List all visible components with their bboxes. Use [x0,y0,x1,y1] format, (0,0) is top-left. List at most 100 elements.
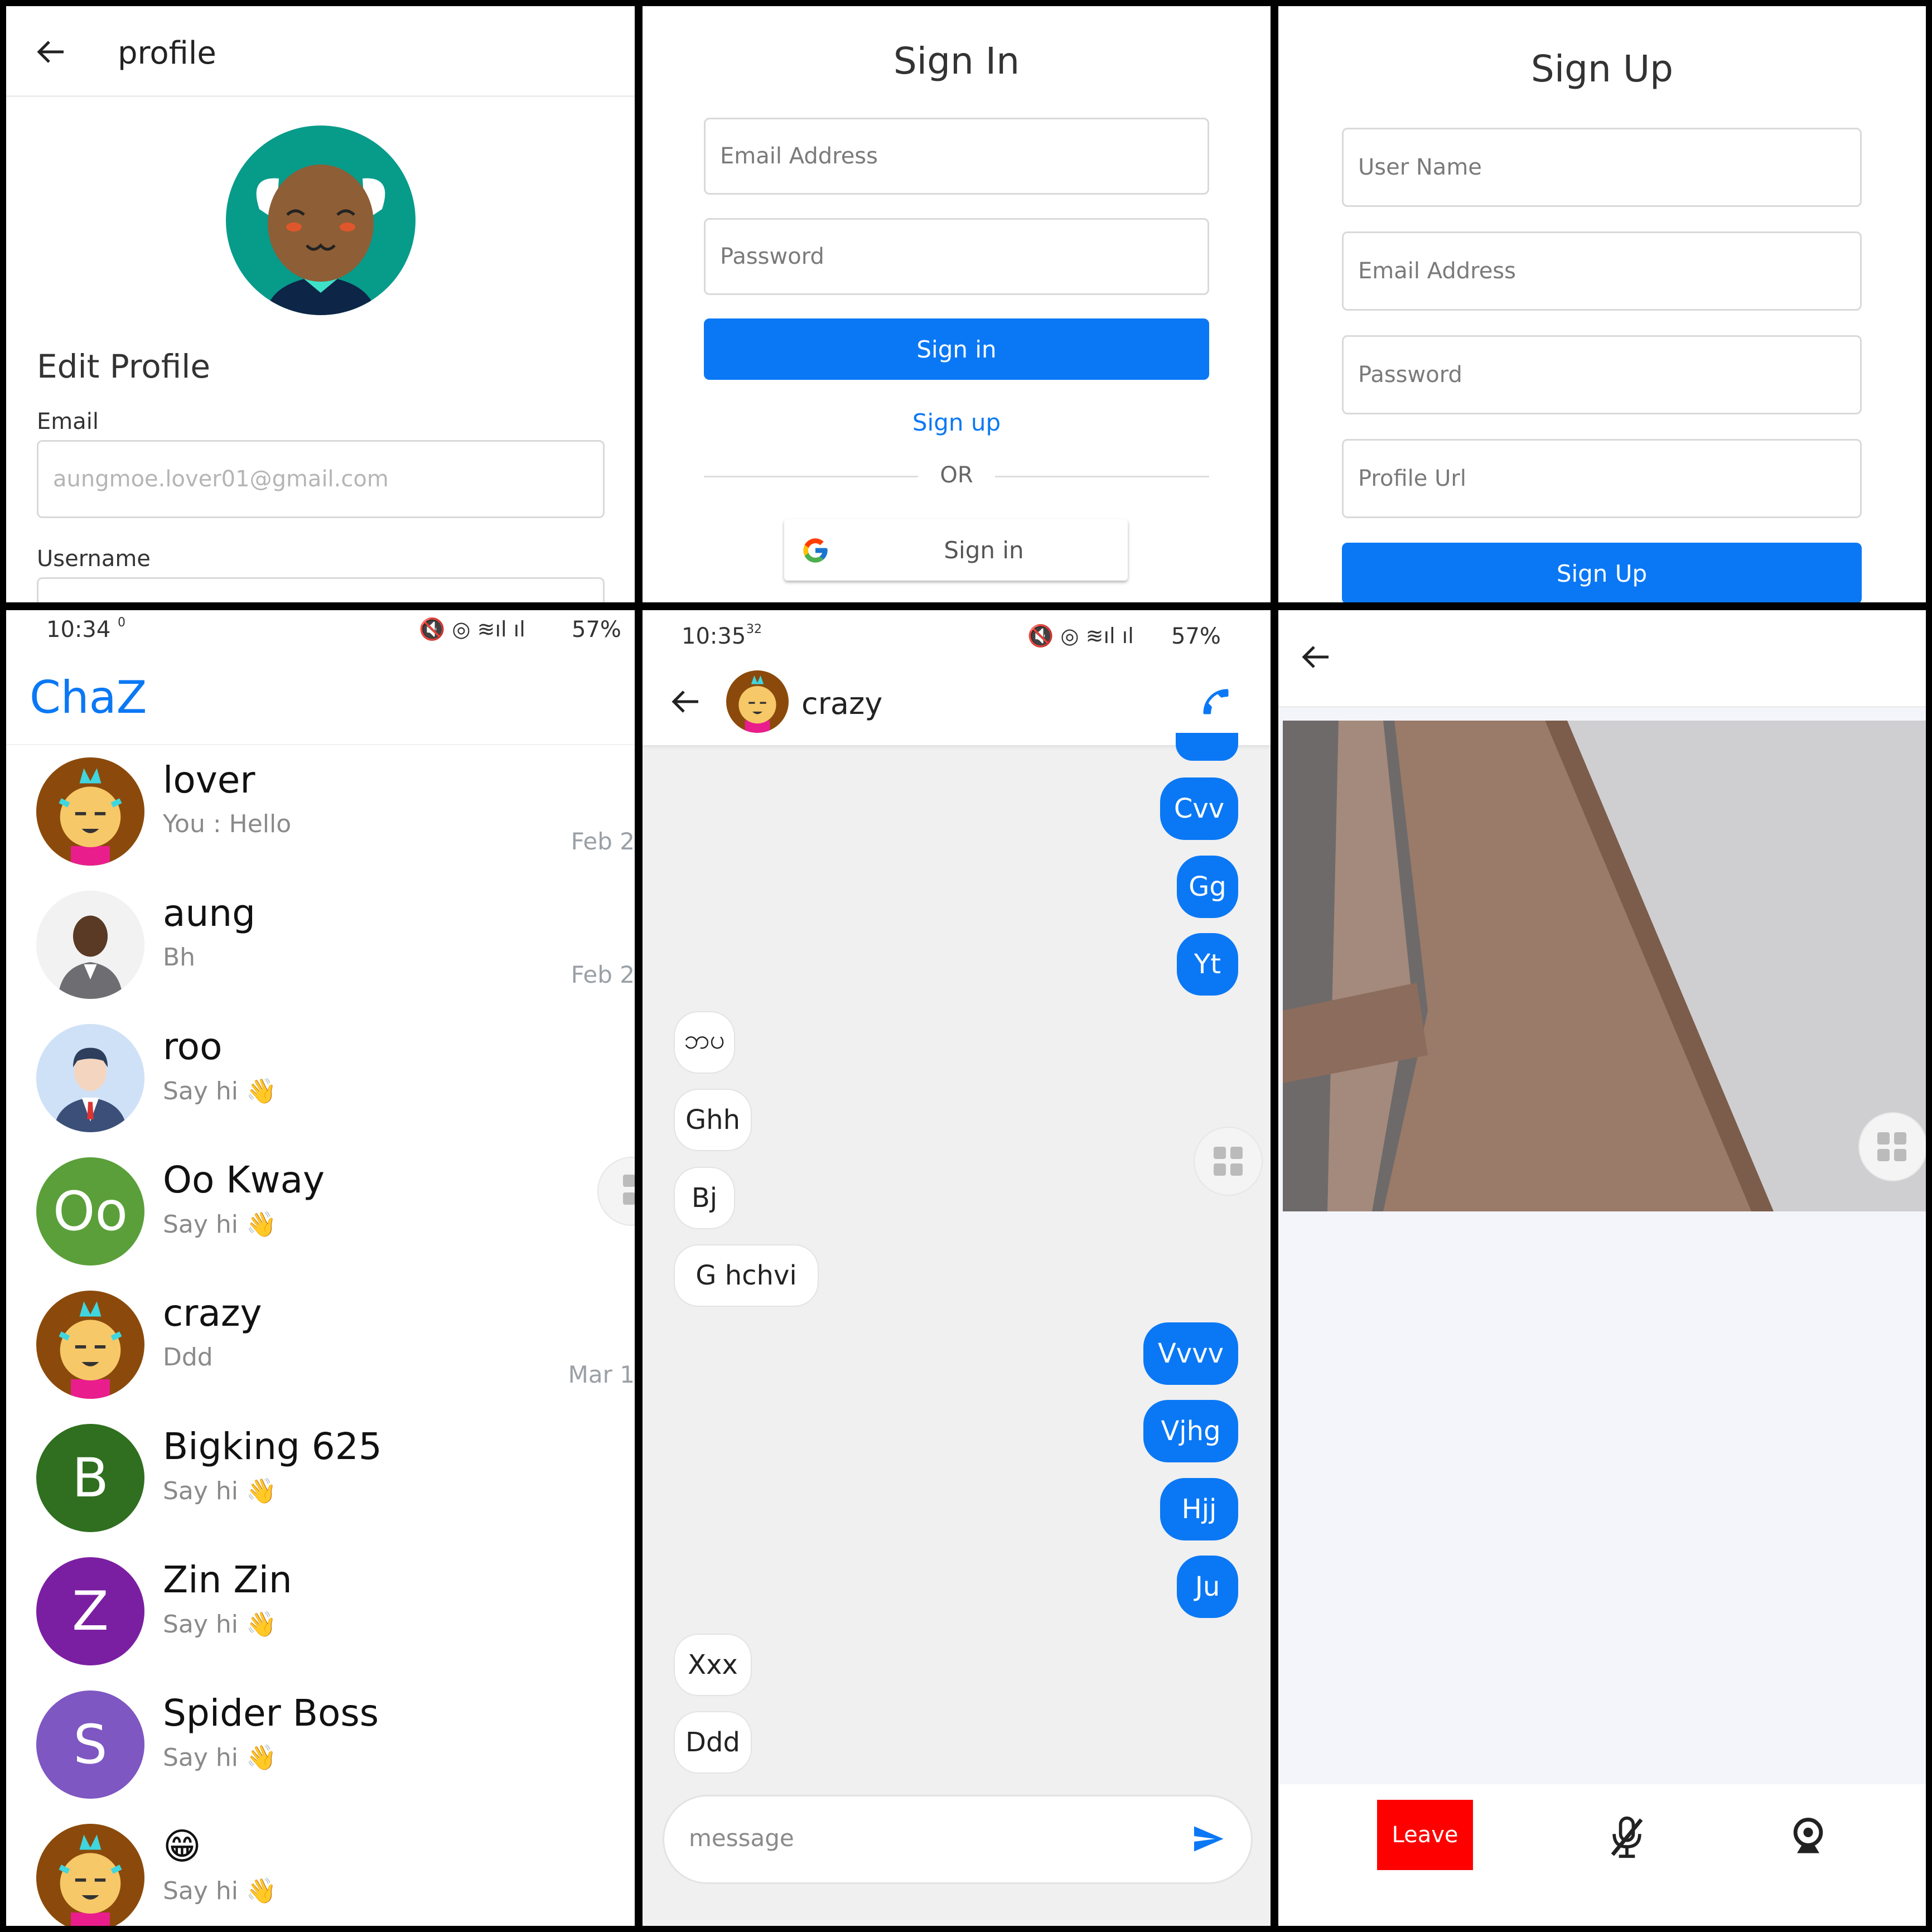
email-field[interactable]: aungmoe.lover01@gmail.com [37,440,605,518]
video-frame-image [1283,721,1926,1211]
businessman-icon [36,1024,144,1132]
partial-bubble [1176,733,1238,761]
email-input[interactable]: Email Address [1342,231,1862,311]
profile-screen: profile Edit Profile Email aungmoe.lover… [6,6,635,602]
back-arrow-icon[interactable] [37,40,65,64]
password-input[interactable]: Password [704,218,1209,295]
chat-date: Feb 2 [571,828,635,855]
avatar-letters: Z [72,1580,109,1643]
cartoon-face-icon [59,1834,122,1926]
chat-list-item[interactable]: 😁 Say hi 👋 [6,1812,635,1926]
message-input-bar[interactable]: message [663,1795,1253,1884]
outgoing-message: Yt [1177,933,1238,996]
chat-list-item[interactable]: Oo Oo Kway Say hi 👋 [6,1145,635,1278]
chat-name: Spider Boss [163,1692,379,1735]
app-title: ChaZ [30,672,147,723]
chat-last-message: Say hi 👋 [163,1610,277,1639]
email-input[interactable]: Email Address [704,118,1209,195]
chat-last-message: Say hi 👋 [163,1477,277,1505]
contact-avatar[interactable] [726,670,789,733]
video-call-screen: Leave [1278,610,1926,1926]
status-battery: 57% [1171,624,1221,649]
chat-list-screen: 10:34 0 🔇 ◎ ≋ıl ıl 57% ChaZ lover You : H… [6,610,635,1926]
chat-last-message: Say hi 👋 [163,1210,277,1239]
back-arrow-icon[interactable] [672,689,699,714]
profile-url-input[interactable]: Profile Url [1342,439,1862,518]
chat-avatar [36,891,144,999]
avatar-letters: S [73,1713,108,1776]
signin-title: Sign In [893,40,1020,83]
incoming-message: G hchvi [674,1244,819,1307]
grid-icon-part [623,1192,635,1205]
chat-avatar: Oo [36,1157,144,1266]
signup-link[interactable]: Sign up [643,409,1271,436]
avatar-letters: B [72,1447,109,1509]
signup-screen: Sign Up User Name Email Address Password… [1278,6,1926,602]
signup-button[interactable]: Sign Up [1342,543,1862,602]
chat-list-item[interactable]: crazy Ddd Mar 1 [6,1278,635,1412]
username-field[interactable] [37,577,605,602]
grid-icon [1214,1147,1243,1176]
send-icon[interactable] [1189,1822,1228,1856]
incoming-message: ဘပ [674,1011,735,1074]
status-icons: 🔇 ◎ ≋ıl ıl [419,617,525,641]
floating-menu-button[interactable] [1858,1112,1926,1181]
chat-list-item[interactable]: Z Zin Zin Say hi 👋 [6,1545,635,1678]
email-label: Email [37,409,99,434]
phone-call-icon[interactable] [1199,685,1233,718]
outgoing-message: Gg [1177,855,1238,918]
incoming-message: Bj [674,1166,735,1229]
chat-avatar [36,757,144,866]
incoming-message: Xxx [674,1633,752,1696]
incoming-message: Ghh [674,1089,752,1151]
signup-title: Sign Up [1530,47,1674,90]
chat-conversation-screen: 10:35 32 🔇 ◎ ≋ıl ıl 57% crazy Cvv Gg Yt ဘပ G… [643,610,1271,1926]
chat-list-item[interactable]: roo Say hi 👋 [6,1012,635,1145]
chat-name: lover [163,759,255,801]
chat-list-item[interactable]: S Spider Boss Say hi 👋 [6,1678,635,1812]
signin-button[interactable]: Sign in [704,318,1209,380]
status-time: 10:35 [682,624,746,649]
google-signin-label: Sign in [944,536,1024,564]
chat-name: Zin Zin [163,1558,292,1601]
username-input[interactable]: User Name [1342,128,1862,207]
status-time: 10:34 [46,617,111,643]
chat-avatar [36,1291,144,1399]
profile-avatar[interactable] [226,125,416,315]
chat-avatar [36,1024,144,1132]
chat-name: Oo Kway [163,1158,325,1201]
floating-menu-button[interactable] [1194,1127,1263,1196]
person-photo-icon [36,891,144,999]
video-feed [1283,721,1926,1211]
password-input[interactable]: Password [1342,335,1862,414]
username-label: Username [37,546,151,572]
chat-last-message: You : Hello [163,810,292,838]
chat-list-item[interactable]: lover You : Hello Feb 2 [6,745,635,878]
chat-avatar: S [36,1690,144,1799]
webcam-icon[interactable] [1788,1815,1828,1859]
outgoing-message: Hjj [1160,1477,1238,1540]
profile-title: profile [118,35,216,71]
outgoing-message: Ju [1177,1556,1238,1618]
google-signin-button[interactable]: Sign in [784,519,1128,581]
mic-off-icon[interactable] [1607,1815,1646,1859]
outgoing-message: Vjhg [1143,1400,1238,1462]
chat-name: Bigking 625 [163,1425,382,1468]
status-bar: 10:35 32 🔇 ◎ ≋ıl ıl 57% [643,610,1271,655]
chat-last-message: Ddd [163,1343,213,1371]
chat-topbar: 10:35 32 🔇 ◎ ≋ıl ıl 57% crazy [643,610,1271,745]
profile-header: profile [6,6,635,97]
chat-list-item[interactable]: aung Bh Feb 2 [6,878,635,1012]
google-logo-icon [803,538,828,563]
chat-name: 😁 [163,1825,201,1868]
leave-button[interactable]: Leave [1377,1800,1473,1870]
chat-last-message: Bh [163,943,196,972]
back-arrow-icon[interactable] [1302,645,1330,669]
chat-date: Feb 2 [571,961,635,988]
avatar-letters: Oo [52,1180,128,1243]
chat-list-item[interactable]: B Bigking 625 Say hi 👋 [6,1412,635,1545]
divider-right [995,476,1209,477]
status-bar: 10:34 0 🔇 ◎ ≋ıl ıl 57% [6,610,635,655]
grid-icon [1877,1132,1906,1161]
chat-last-message: Say hi 👋 [163,1877,277,1905]
